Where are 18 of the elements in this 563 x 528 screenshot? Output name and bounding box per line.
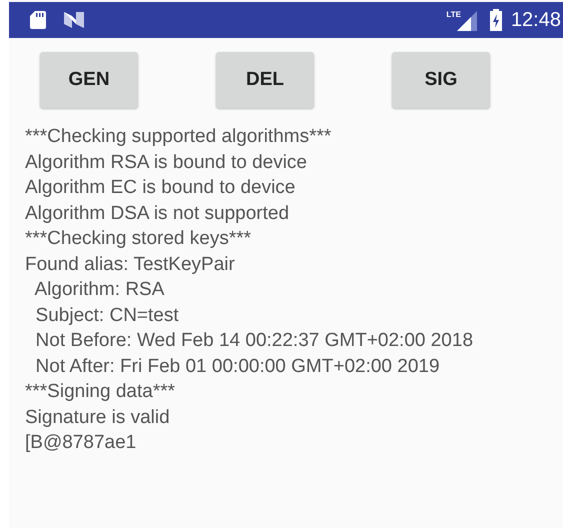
log-line: Algorithm EC is bound to device: [25, 176, 296, 200]
log-line: Found alias: TestKeyPair: [25, 252, 236, 276]
log-line: ***Checking supported algorithms***: [25, 125, 332, 149]
network-type-label: LTE: [446, 10, 461, 19]
log-line: Signature is valid: [25, 406, 171, 430]
log-line: Subject: CN=test: [34, 304, 180, 328]
action-button[interactable]: GEN: [40, 52, 138, 108]
clock-time: 12:48: [510, 8, 561, 32]
log-line: Algorithm: RSA: [34, 278, 166, 302]
log-line: [B@8787ae1: [25, 431, 138, 455]
log-line: Algorithm RSA is bound to device: [25, 150, 308, 174]
log-line: Not After: Fri Feb 01 00:00:00 GMT+02:00 2019: [34, 354, 441, 378]
action-button[interactable]: SIG: [392, 52, 490, 108]
log-line: Algorithm DSA is not supported: [25, 202, 290, 226]
action-button[interactable]: DEL: [216, 52, 314, 108]
log-line: ***Signing data***: [25, 380, 176, 404]
log-line: ***Checking stored keys***: [25, 227, 252, 251]
log-line: Not Before: Wed Feb 14 00:22:37 GMT+02:00 2018: [34, 329, 474, 353]
